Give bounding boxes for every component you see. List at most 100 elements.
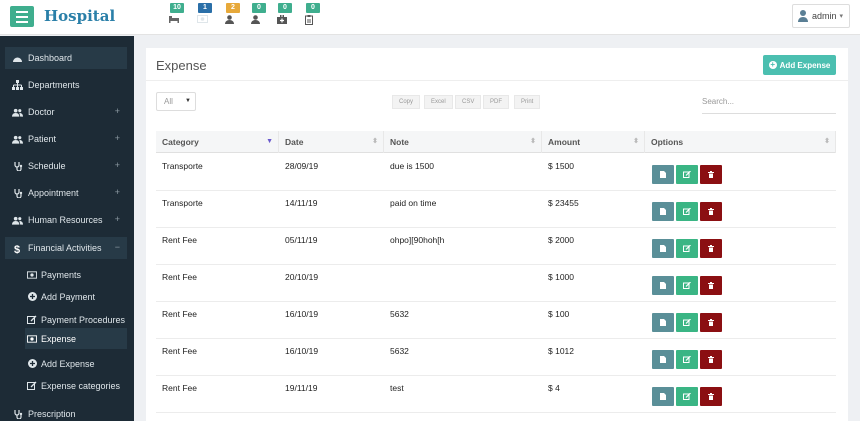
column-header-options[interactable]: Options ⬍ (645, 131, 836, 153)
expand-icon: + (114, 133, 120, 143)
clipboard-icon (305, 15, 315, 25)
column-header-label: Note (390, 137, 409, 147)
delete-button[interactable] (700, 276, 722, 295)
cell-amount: $ 4 (548, 383, 560, 393)
document-icon (660, 281, 666, 291)
edit-button[interactable] (676, 387, 698, 406)
trash-icon (708, 355, 714, 365)
delete-button[interactable] (700, 239, 722, 258)
sidebar-subitem-add-expense[interactable]: Add Expense (25, 353, 127, 374)
column-header-note[interactable]: Note ⬍ (384, 131, 542, 153)
sidebar-item-departments[interactable]: Departments (5, 74, 127, 96)
notification-user[interactable]: 2 (222, 3, 244, 31)
expand-icon: + (114, 160, 120, 170)
sidebar-subitem-label: Expense (41, 333, 77, 344)
document-icon (660, 318, 666, 328)
sidebar-subitem-label: Payments (41, 269, 82, 280)
view-button[interactable] (652, 202, 674, 221)
view-button[interactable] (652, 276, 674, 295)
table-row: Rent Fee 16/10/19 5632 $ 100 (156, 302, 836, 339)
sidebar-item-label: Schedule (28, 161, 66, 171)
notification-clipboard[interactable]: 0 (302, 3, 324, 31)
column-header-amount[interactable]: Amount ⬍ (542, 131, 645, 153)
view-button[interactable] (652, 387, 674, 406)
column-header-date[interactable]: Date ⬍ (279, 131, 384, 153)
brand-logo[interactable]: Hospital (44, 7, 115, 25)
notification-count-badge: 2 (226, 3, 240, 13)
sidebar-subitem-label: Add Expense (41, 358, 95, 369)
sidebar-subitem-expense[interactable]: Expense (25, 328, 127, 349)
cell-category: Rent Fee (162, 383, 197, 393)
expand-icon: + (114, 106, 120, 116)
cell-note: 5632 (390, 309, 409, 319)
document-icon (660, 392, 666, 402)
caret-down-icon: ▼ (185, 98, 191, 104)
add-expense-button[interactable]: + Add Expense (763, 55, 836, 75)
sidebar-item-appointment[interactable]: Appointment + (5, 182, 127, 204)
medkit-icon (277, 14, 287, 25)
sidebar-item-doctor[interactable]: Doctor + (5, 101, 127, 123)
sidebar-subitem-add-payment[interactable]: Add Payment (25, 286, 127, 307)
delete-button[interactable] (700, 165, 722, 184)
caret-down-icon: ▾ (839, 13, 844, 20)
notification-money[interactable]: 1 (194, 3, 216, 31)
cell-note: 5632 (390, 346, 409, 356)
notification-user[interactable]: 0 (248, 3, 270, 31)
notification-medkit[interactable]: 0 (274, 3, 296, 31)
notification-count-badge: 0 (278, 3, 292, 13)
cell-date: 19/11/19 (285, 383, 318, 393)
cell-amount: $ 100 (548, 309, 570, 319)
export-print-button[interactable]: Print (514, 95, 541, 109)
edit-button[interactable] (676, 276, 698, 295)
dollar-icon: $ (12, 243, 23, 254)
delete-button[interactable] (700, 350, 722, 369)
cell-amount: $ 1500 (548, 161, 574, 171)
top-bar: Hospital 10 1 2 0 0 0 admin ▾ (0, 0, 860, 35)
edit-button[interactable] (676, 239, 698, 258)
view-button[interactable] (652, 350, 674, 369)
cell-amount: $ 1012 (548, 346, 574, 356)
export-pdf-button[interactable]: PDF (483, 95, 509, 109)
sidebar-subitem-payment-procedures[interactable]: Payment Procedures (25, 309, 127, 330)
sidebar-subitem-label: Add Payment (41, 291, 96, 302)
sidebar-item-schedule[interactable]: Schedule + (5, 155, 127, 177)
user-icon (225, 15, 235, 25)
sidebar-subitem-label: Expense categories (41, 380, 121, 391)
sidebar-item-dashboard[interactable]: Dashboard (5, 47, 127, 69)
sidebar-item-prescription[interactable]: Prescription (5, 403, 127, 421)
export-excel-button[interactable]: Excel (424, 95, 453, 109)
user-menu-button[interactable]: admin ▾ (792, 4, 850, 28)
sidebar-item-patient[interactable]: Patient + (5, 128, 127, 150)
column-header-label: Category (162, 137, 199, 147)
search-input[interactable]: Search... (702, 96, 836, 114)
view-button[interactable] (652, 239, 674, 258)
edit-icon (683, 170, 691, 180)
delete-button[interactable] (700, 202, 722, 221)
cell-date: 20/10/19 (285, 272, 319, 282)
edit-icon (683, 281, 691, 291)
notification-bed[interactable]: 10 (166, 3, 188, 31)
cell-amount: $ 2000 (548, 235, 574, 245)
edit-button[interactable] (676, 313, 698, 332)
sidebar-item-financial-activities[interactable]: $ Financial Activities − (5, 237, 127, 259)
delete-button[interactable] (700, 387, 722, 406)
column-header-category[interactable]: Category ▼ (156, 131, 279, 153)
edit-button[interactable] (676, 202, 698, 221)
trash-icon (708, 207, 714, 217)
page-length-select[interactable]: All ▼ (156, 92, 196, 111)
sidebar-subitem-payments[interactable]: Payments (25, 264, 127, 285)
export-csv-button[interactable]: CSV (455, 95, 482, 109)
export-copy-button[interactable]: Copy (392, 95, 421, 109)
table-row: Rent Fee 16/10/19 5632 $ 1012 (156, 339, 836, 376)
sidebar-item-human-resources[interactable]: Human Resources + (5, 209, 127, 231)
sidebar-subitem-expense-categories[interactable]: Expense categories (25, 375, 127, 396)
user-name: admin (812, 11, 837, 21)
edit-button[interactable] (676, 165, 698, 184)
menu-toggle-button[interactable] (10, 6, 34, 27)
view-button[interactable] (652, 313, 674, 332)
cell-date: 14/11/19 (285, 198, 318, 208)
notification-count-badge: 10 (170, 3, 184, 13)
delete-button[interactable] (700, 313, 722, 332)
edit-button[interactable] (676, 350, 698, 369)
view-button[interactable] (652, 165, 674, 184)
